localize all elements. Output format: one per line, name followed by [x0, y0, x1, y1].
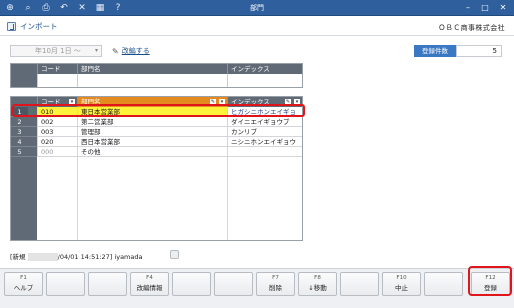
column-divider: [227, 157, 228, 240]
history-icon[interactable]: [170, 250, 179, 259]
cell-name[interactable]: 西日本営業部: [77, 137, 227, 147]
f10-cancel-button[interactable]: F10 中止: [382, 272, 421, 296]
f5-button[interactable]: [172, 272, 211, 296]
company-name: ＯＢＣ商事株式会社: [438, 24, 505, 32]
filter-grid: コード 部門名 インデックス: [10, 63, 303, 88]
f8-move-button[interactable]: F8 ↓移動: [298, 272, 337, 296]
date-combo[interactable]: 年10月 1日 ～ ▾: [10, 45, 102, 57]
row-number: 5: [11, 147, 28, 157]
row-marker: [28, 127, 37, 137]
f3-button[interactable]: [88, 272, 127, 296]
cell-code[interactable]: 002: [37, 117, 77, 127]
f2-button[interactable]: [46, 272, 85, 296]
fkey-code: F7: [272, 275, 279, 281]
f4-revision-info-button[interactable]: F4 改編情報: [130, 272, 169, 296]
filter-col-name: 部門名: [77, 64, 227, 74]
f9-button[interactable]: [340, 272, 379, 296]
cell-index[interactable]: ニシニホンエイギョウ: [227, 137, 302, 147]
row-marker: [28, 147, 37, 157]
table-row[interactable]: 3 003 管理部 カンリブ: [11, 127, 302, 137]
filter-col-index: インデックス: [227, 64, 302, 74]
table-row[interactable]: 4 020 西日本営業部 ニシニホンエイギョウ: [11, 137, 302, 147]
cell-index[interactable]: ダイニエイギョウブ: [227, 117, 302, 127]
filter-input-code[interactable]: [37, 74, 77, 87]
fkey-label: 中止: [395, 284, 408, 292]
cell-index[interactable]: カンリブ: [227, 127, 302, 137]
cell-code[interactable]: 003: [37, 127, 77, 137]
status-user: iyamada: [114, 253, 143, 261]
row-marker: [28, 117, 37, 127]
close-icon[interactable]: ✕: [497, 2, 509, 14]
import-link[interactable]: インポート: [7, 20, 58, 32]
f1-help-button[interactable]: F1 ヘルプ: [4, 272, 43, 296]
minimize-icon[interactable]: –: [462, 2, 474, 14]
fkey-code: F8: [314, 275, 321, 281]
function-key-bar: F1 ヘルプ F4 改編情報 F7 削除 F8 ↓移動 F10 中止 F12 登…: [0, 268, 514, 308]
title-bar: ⊕ ⌕ ⎙ ↶ ✕ ▦ ? 部門 – □ ✕: [0, 0, 514, 16]
masked-text: [27, 253, 58, 261]
table-row[interactable]: 5 000 その他: [11, 147, 302, 157]
row-number: 3: [11, 127, 28, 137]
maximize-icon[interactable]: □: [479, 2, 491, 14]
fkey-label: 改編情報: [136, 284, 163, 292]
cell-code[interactable]: 000: [37, 147, 77, 157]
register-button-highlight: [468, 266, 512, 296]
count-value: 5: [456, 45, 502, 57]
filter-col-code: コード: [37, 64, 77, 74]
status-timestamp: /04/01 14:51:27]: [57, 253, 113, 261]
window-title: 部門: [250, 4, 264, 12]
row-marker: [28, 137, 37, 147]
import-icon: [7, 21, 16, 31]
fkey-code: F10: [396, 275, 407, 281]
fkey-code: F4: [146, 275, 153, 281]
filter-row-stub: [11, 74, 37, 87]
chevron-down-icon[interactable]: ▾: [95, 46, 98, 56]
fkey-code: F1: [20, 275, 27, 281]
fkey-label: ヘルプ: [13, 284, 34, 292]
f7-delete-button[interactable]: F7 削除: [256, 272, 295, 296]
pencil-icon: ✎: [112, 46, 119, 56]
filter-input-index[interactable]: [227, 74, 302, 87]
f6-button[interactable]: [214, 272, 253, 296]
fkey-label: ↓移動: [308, 284, 327, 292]
row-number: 2: [11, 117, 28, 127]
cell-name[interactable]: 管理部: [77, 127, 227, 137]
filter-grid-header: コード 部門名 インデックス: [11, 64, 302, 74]
department-grid: コード ▾ 部門名 ✎ ▾ インデックス ✎ ▾ 1 ✓ 010 東日本営業部 …: [10, 96, 303, 241]
selected-row-highlight: [12, 104, 305, 117]
date-value: 年10月 1日 ～: [35, 47, 81, 55]
column-divider: [77, 157, 78, 240]
table-row[interactable]: 2 002 第二営業部 ダイニエイギョウブ: [11, 117, 302, 127]
status-prefix: [新規: [10, 253, 26, 261]
row-number: 4: [11, 137, 28, 147]
edit-link-label: 改編する: [121, 47, 150, 55]
cell-name[interactable]: 第二営業部: [77, 117, 227, 127]
f11-button[interactable]: [424, 272, 463, 296]
filter-input-name[interactable]: [77, 74, 227, 87]
status-line: [新規 /04/01 14:51:27] iyamada: [10, 251, 142, 261]
cell-name[interactable]: その他: [77, 147, 227, 157]
sub-toolbar: インポート ＯＢＣ商事株式会社: [0, 16, 514, 36]
cell-code[interactable]: 020: [37, 137, 77, 147]
cell-index[interactable]: [227, 147, 302, 157]
row-header-stub: [11, 157, 37, 240]
filter-row[interactable]: [11, 74, 302, 87]
count-label: 登録件数: [414, 45, 456, 57]
import-label: インポート: [20, 21, 58, 31]
edit-link[interactable]: ✎ 改編する: [112, 46, 150, 56]
fkey-label: 削除: [269, 284, 282, 292]
